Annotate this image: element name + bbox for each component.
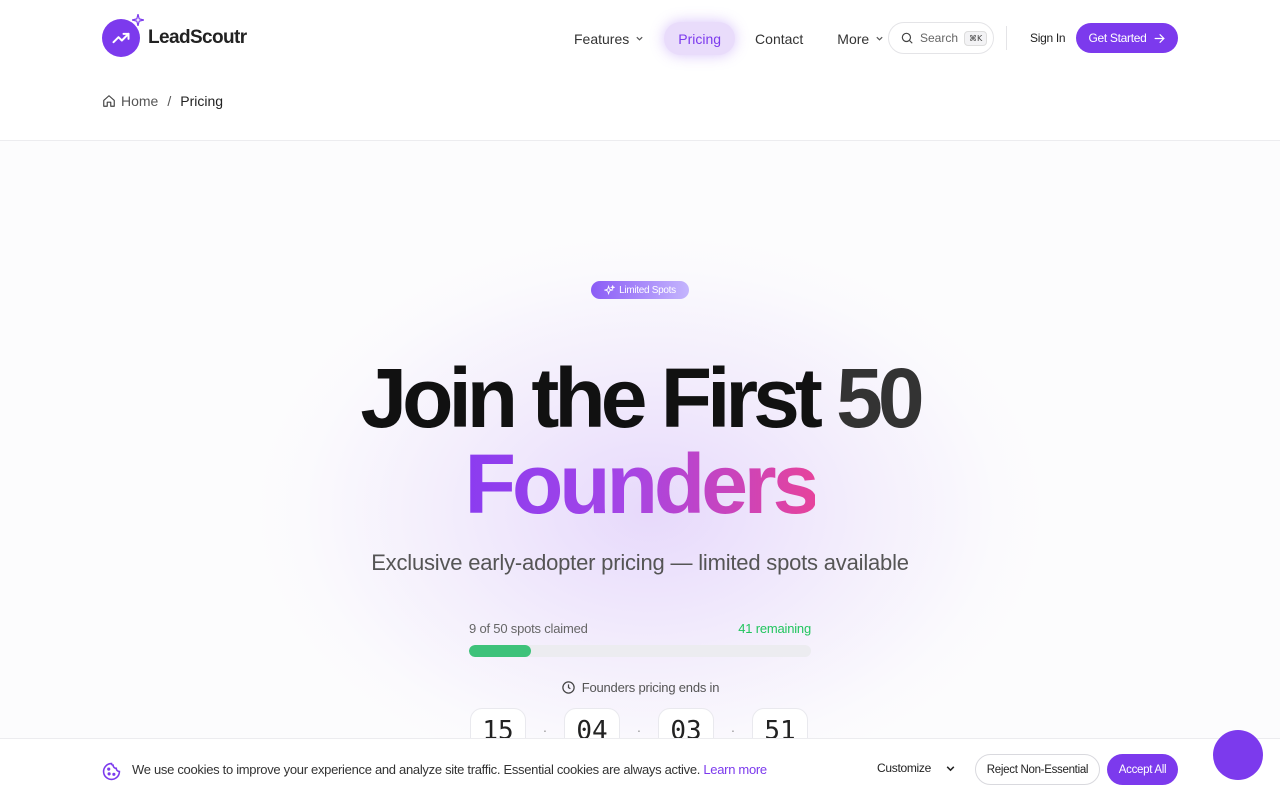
countdown-separator: · bbox=[542, 722, 548, 738]
learn-more-link[interactable]: Learn more bbox=[703, 762, 767, 777]
breadcrumb-separator: / bbox=[167, 93, 172, 109]
reject-non-essential-button[interactable]: Reject Non-Essential bbox=[975, 754, 1100, 785]
limited-spots-badge: Limited Spots bbox=[591, 281, 689, 299]
get-started-button[interactable]: Get Started bbox=[1076, 23, 1178, 53]
get-started-label: Get Started bbox=[1088, 31, 1147, 45]
customize-label: Customize bbox=[877, 761, 931, 775]
countdown-separator: · bbox=[636, 722, 642, 738]
hero-title-line-1: Join the First 50 bbox=[0, 353, 1280, 443]
arrow-right-icon bbox=[1154, 33, 1165, 43]
accept-all-button[interactable]: Accept All bbox=[1107, 754, 1178, 785]
sign-in-link[interactable]: Sign In bbox=[1030, 31, 1066, 45]
sparkles-icon bbox=[604, 284, 616, 295]
search-button[interactable]: Search ⌘K bbox=[888, 22, 994, 54]
chat-launcher-button[interactable] bbox=[1213, 730, 1263, 780]
hero-title-highlight: Founders bbox=[464, 437, 820, 531]
header-divider bbox=[1006, 26, 1007, 50]
nav-pricing[interactable]: Pricing bbox=[664, 22, 736, 55]
home-icon bbox=[103, 95, 115, 107]
top-header: LeadScoutr Features Pricing Contact More… bbox=[0, 0, 1280, 76]
countdown-label: Founders pricing ends in bbox=[581, 680, 720, 695]
hero-title-line-2: Founders bbox=[0, 439, 1280, 529]
cookie-message-text: We use cookies to improve your experienc… bbox=[132, 762, 701, 777]
breadcrumb-bar: Home / Pricing bbox=[0, 76, 1280, 141]
badge-label: Limited Spots bbox=[619, 284, 676, 296]
nav-features[interactable]: Features bbox=[560, 22, 658, 55]
nav-contact[interactable]: Contact bbox=[741, 22, 817, 55]
hero-subtitle: Exclusive early-adopter pricing — limite… bbox=[371, 550, 909, 575]
spots-remaining: 41 remaining bbox=[738, 621, 811, 636]
spots-progress-bar bbox=[469, 645, 811, 657]
sparkle-icon bbox=[132, 14, 144, 26]
hero-title-text: Join the First bbox=[360, 351, 837, 445]
nav-pricing-label: Pricing bbox=[678, 30, 722, 47]
clock-icon bbox=[561, 681, 575, 694]
logo[interactable]: LeadScoutr bbox=[102, 14, 247, 57]
brand-name: LeadScoutr bbox=[148, 27, 247, 48]
cookie-banner: We use cookies to improve your experienc… bbox=[0, 738, 1280, 800]
cookie-message: We use cookies to improve your experienc… bbox=[132, 762, 767, 777]
countdown-label-row: Founders pricing ends in bbox=[0, 680, 1280, 695]
cookie-icon bbox=[102, 762, 121, 781]
search-shortcut: ⌘K bbox=[964, 30, 988, 46]
nav-contact-label: Contact bbox=[755, 30, 804, 47]
breadcrumb: Home / Pricing bbox=[102, 93, 223, 109]
nav-features-label: Features bbox=[574, 30, 630, 47]
breadcrumb-current: Pricing bbox=[180, 93, 224, 109]
nav-more-label: More bbox=[837, 30, 870, 47]
hero-section: Limited Spots Join the First 50 Founders… bbox=[0, 141, 1280, 800]
breadcrumb-home-label: Home bbox=[121, 93, 159, 109]
chevron-down-icon bbox=[946, 765, 955, 771]
search-label: Search bbox=[920, 31, 959, 45]
breadcrumb-home[interactable]: Home bbox=[102, 93, 158, 109]
main-nav: Features Pricing Contact More bbox=[560, 22, 898, 55]
nav-more[interactable]: More bbox=[823, 22, 898, 55]
customize-button[interactable]: Customize bbox=[877, 761, 956, 775]
chevron-down-icon bbox=[636, 36, 643, 41]
chevron-down-icon bbox=[876, 36, 883, 41]
logo-mark bbox=[102, 14, 144, 57]
trending-up-icon bbox=[112, 32, 130, 44]
search-icon bbox=[901, 32, 913, 44]
countdown-separator: · bbox=[730, 722, 736, 738]
spots-progress-fill bbox=[469, 645, 531, 657]
spots-claimed: 9 of 50 spots claimed bbox=[469, 621, 588, 636]
hero-title-number: 50 bbox=[836, 351, 924, 445]
